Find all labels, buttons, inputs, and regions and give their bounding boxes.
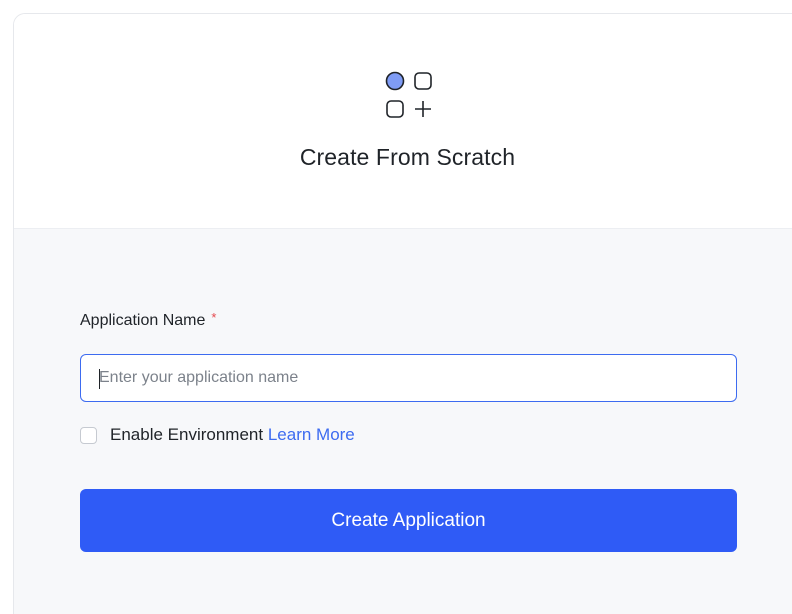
enable-environment-text: Enable Environment (110, 425, 264, 444)
form-section: Application Name * Enable Environment Lea… (14, 229, 792, 614)
create-from-scratch-card: Create From Scratch Application Name * En… (13, 13, 792, 614)
apps-grid-plus-icon (385, 71, 432, 118)
text-caret (99, 369, 100, 389)
outline-square-bottom (386, 100, 404, 118)
application-name-label: Application Name * (80, 310, 217, 330)
outline-square-top (414, 72, 432, 90)
filled-circle (385, 71, 405, 91)
enable-environment-label: Enable Environment Learn More (110, 425, 355, 445)
application-name-input[interactable] (80, 354, 737, 402)
page-title: Create From Scratch (299, 144, 516, 170)
enable-environment-checkbox[interactable] (80, 427, 97, 444)
required-marker: * (211, 310, 217, 325)
learn-more-link[interactable]: Learn More (268, 425, 355, 444)
create-application-button[interactable]: Create Application (80, 489, 737, 552)
application-name-label-text: Application Name (80, 312, 206, 329)
card-header: Create From Scratch (14, 14, 792, 229)
